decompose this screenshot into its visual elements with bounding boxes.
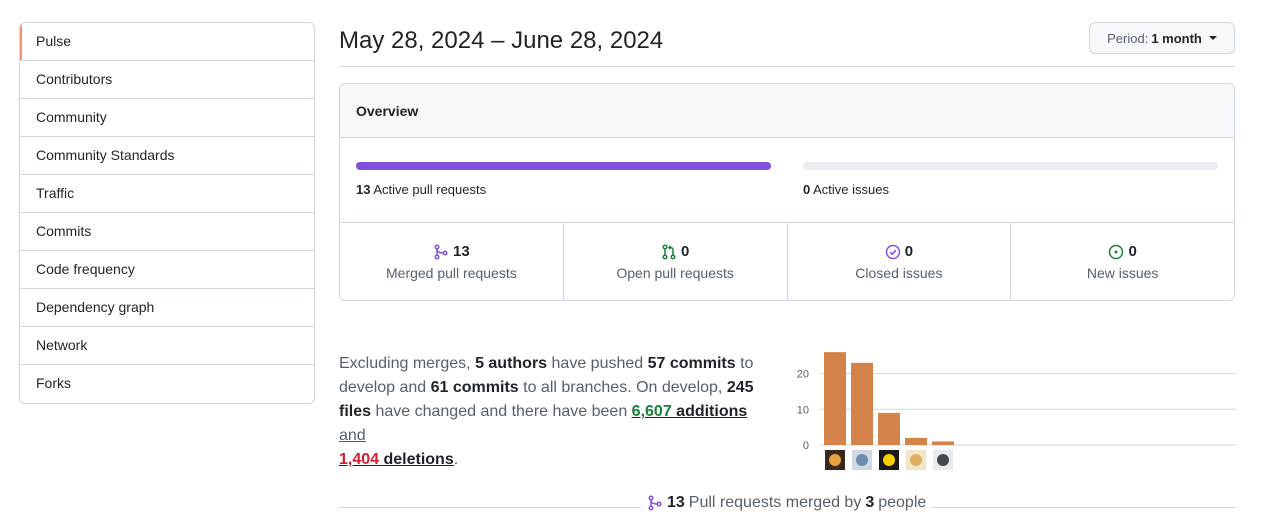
chart-y-tick-label: 0: [803, 440, 809, 452]
new-issues-stat[interactable]: 0 New issues: [1011, 223, 1234, 300]
commits-by-author-chart: 0 10 20: [797, 352, 1236, 470]
merged-pull-requests-label: Merged pull requests: [386, 265, 517, 281]
authors-count: 5 authors: [475, 355, 548, 372]
summary-text-part: have pushed: [547, 355, 648, 372]
sidebar-item-forks[interactable]: Forks: [20, 365, 314, 403]
merge-icon: [434, 243, 448, 260]
active-pull-requests-label: Active pull requests: [373, 182, 487, 197]
summary-text-part: .: [453, 451, 459, 468]
period-value: 1 month: [1151, 30, 1202, 46]
additions-word: additions: [671, 403, 748, 420]
active-issues-count: 0: [803, 182, 811, 197]
summary-text-part: have changed and there have been: [371, 403, 632, 420]
chart-bar[interactable]: [905, 437, 927, 445]
merged-pull-requests-heading: 13 Pull requests merged by 3 people: [641, 494, 933, 512]
period-label: Period:: [1107, 30, 1149, 46]
overview-title: Overview: [340, 84, 1234, 138]
people-count: 3: [865, 494, 875, 511]
chart-bar[interactable]: [824, 352, 846, 445]
merged-pull-requests-count: 13: [453, 243, 470, 260]
merged-text: Pull requests merged by: [688, 494, 862, 511]
commits-all-count: 61 commits: [430, 379, 519, 396]
active-issues-link[interactable]: 0 Active issues: [803, 182, 889, 197]
merged-count: 13: [667, 494, 685, 511]
new-issues-count: 0: [1128, 243, 1137, 260]
date-range-title: May 28, 2024 – June 28, 2024: [339, 27, 664, 54]
chart-y-tick-label: 20: [797, 369, 809, 381]
sidebar-item-dependency-graph[interactable]: Dependency graph: [20, 289, 314, 327]
sidebar-item-pulse[interactable]: Pulse: [20, 23, 314, 61]
sidebar-item-code-frequency[interactable]: Code frequency: [20, 251, 314, 289]
overview-progress-section: 13 Active pull requests 0 Active issues: [340, 138, 1234, 223]
deletions-count: 1,404: [339, 451, 380, 468]
summary-text-part: and: [339, 427, 366, 444]
closed-issues-label: Closed issues: [855, 265, 943, 281]
overview-stats: 13 Merged pull requests 0 Open pull requ…: [340, 223, 1234, 300]
contributor-avatar-detail: [883, 454, 895, 466]
period-dropdown-button[interactable]: Period: 1 month: [1089, 22, 1235, 54]
open-pull-requests-stat[interactable]: 0 Open pull requests: [564, 223, 788, 300]
summary-text-part: Excluding merges,: [339, 355, 476, 372]
active-issues-label: Active issues: [813, 182, 890, 197]
merge-icon: [648, 495, 662, 511]
open-pull-requests-label: Open pull requests: [616, 265, 734, 281]
issues-progress-bar[interactable]: [803, 162, 1218, 170]
chart-bar[interactable]: [851, 362, 873, 445]
pull-requests-progress-fill: [356, 162, 771, 170]
pull-requests-progress-bar[interactable]: [356, 162, 771, 170]
summary-text-part: to all branches. On develop,: [518, 379, 727, 396]
active-pull-requests-link[interactable]: 13 Active pull requests: [356, 182, 486, 197]
caret-down-icon: [1208, 36, 1217, 40]
commit-summary-text: Excluding merges, 5 authors have pushed …: [339, 352, 759, 472]
chart-bar[interactable]: [878, 412, 900, 445]
merged-pull-requests-stat[interactable]: 13 Merged pull requests: [340, 223, 564, 300]
people-text: people: [878, 494, 927, 511]
contributor-avatar-detail: [910, 454, 922, 466]
repo-insights-sidebar: Pulse Contributors Community Community S…: [19, 22, 315, 404]
closed-issues-stat[interactable]: 0 Closed issues: [788, 223, 1012, 300]
sidebar-item-community[interactable]: Community: [20, 99, 314, 137]
active-pull-requests-count: 13: [356, 182, 371, 197]
deletions-word: deletions: [379, 451, 454, 468]
additions-count: 6,607: [631, 403, 672, 420]
commits-develop-count: 57 commits: [647, 355, 736, 372]
pull-request-icon: [662, 243, 676, 260]
contributor-avatar-detail: [856, 454, 868, 466]
sidebar-item-contributors[interactable]: Contributors: [20, 61, 314, 99]
sidebar-item-commits[interactable]: Commits: [20, 213, 314, 251]
overview-panel: Overview 13 Active pull requests 0 Activ…: [339, 83, 1235, 301]
issue-closed-icon: [885, 244, 900, 259]
header-divider: [339, 66, 1235, 67]
issue-opened-icon: [1109, 244, 1124, 259]
sidebar-item-community-standards[interactable]: Community Standards: [20, 137, 314, 175]
deletions-link[interactable]: 1,404 deletions: [339, 451, 454, 468]
new-issues-label: New issues: [1086, 265, 1159, 281]
contributor-avatar-detail: [829, 454, 841, 466]
sidebar-item-traffic[interactable]: Traffic: [20, 175, 314, 213]
chart-y-tick-label: 10: [797, 404, 809, 416]
closed-issues-count: 0: [904, 243, 914, 260]
sidebar-item-network[interactable]: Network: [20, 327, 314, 365]
open-pull-requests-count: 0: [680, 243, 690, 260]
chart-bar[interactable]: [932, 441, 954, 445]
contributor-avatar-detail: [937, 454, 949, 466]
